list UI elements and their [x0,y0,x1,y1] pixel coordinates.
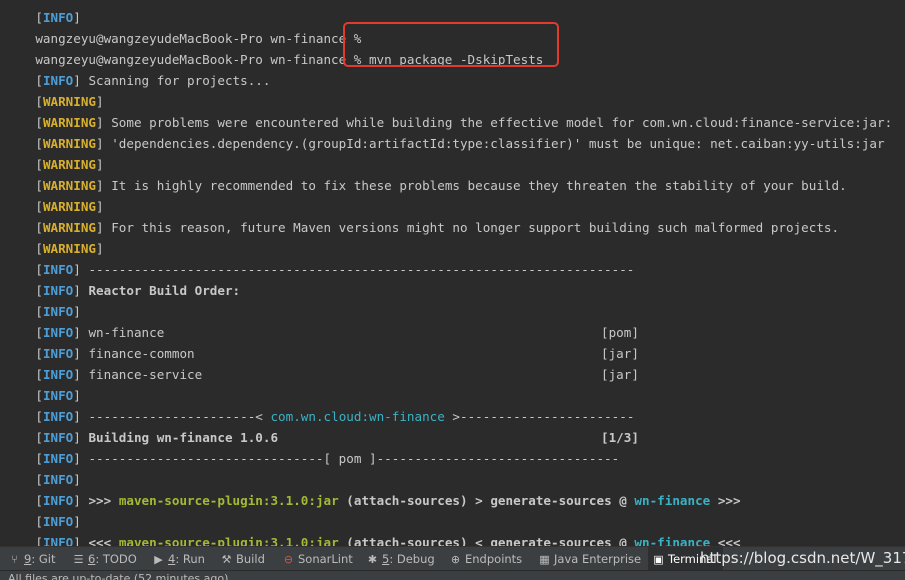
terminal-line: wangzeyu@wangzeyudeMacBook-Pro wn-financ… [5,7,361,46]
terminal-line: [INFO] Scanning for projects... [35,73,271,88]
terminal-line: [INFO] >>> maven-source-plugin:3.1.0:jar… [35,493,741,508]
terminal-line: [WARNING] Some problems were encountered… [35,115,893,130]
plugin-name: maven-source-plugin:3.1.0:jar [118,535,339,546]
terminal-line: [INFO] [35,514,81,529]
info-tag: INFO [42,535,74,546]
module-name: finance-service [88,367,203,382]
terminal-output[interactable]: [INFO] wangzeyu@wangzeyudeMacBook-Pro wn… [0,0,905,546]
terminal-line: [WARNING] [35,94,104,109]
project-name: wn-finance [634,493,711,508]
tab-endpoints[interactable]: ⊕ Endpoints [449,547,522,571]
terminal-line: [INFO] ---------------------------------… [35,262,635,277]
terminal-line: [INFO] <<< maven-source-plugin:3.1.0:jar… [5,511,740,546]
project-name: wn-finance [634,535,711,546]
terminal-line: [INFO] [35,388,81,403]
tab-git[interactable]: ⑂ 9: Git [8,547,55,571]
terminal-line: [INFO] Reactor Build Order: [35,283,241,298]
module-packaging: [jar] [601,367,639,382]
tab-run[interactable]: ▶ 4: Run [152,547,205,571]
play-icon: ▶ [154,553,163,566]
list-icon: ☰ [73,553,84,566]
pom-separator: -------------------------------[ pom ]--… [88,451,620,466]
terminal-icon: ▣ [653,553,664,566]
plugin-name: maven-source-plugin:3.1.0:jar [118,493,339,508]
terminal-line: [INFO] [35,304,81,319]
tab-sonarlint[interactable]: ⊖ SonarLint [282,547,353,571]
hammer-icon: ⚒ [221,553,232,566]
tab-java-enterprise[interactable]: ▦ Java Enterprise [538,547,641,571]
bug-icon: ✱ [367,553,378,566]
terminal-line: [WARNING] 'dependencies.dependency.(grou… [35,136,885,151]
git-icon: ⑂ [11,553,18,566]
watermark: https://blog.csdn.net/W_317 [700,549,905,567]
reactor-title: Reactor Build Order: [88,283,241,298]
module-row: [INFO] wn-finance [pom] [5,301,705,340]
java-enterprise-icon: ▦ [539,553,550,566]
terminal-line: [WARNING] [35,157,104,172]
terminal-line: [WARNING] [35,199,104,214]
terminal-line: [INFO] [35,10,81,25]
terminal-line: [WARNING] For this reason, future Maven … [35,220,840,235]
terminal-line: [INFO] Building wn-finance 1.0.6 [1/3] [5,406,705,445]
terminal-line: [INFO] [35,472,81,487]
terminal-line: [WARNING] [35,241,104,256]
command-highlight-box [343,22,559,67]
module-row: [INFO] finance-common [jar] [5,322,705,361]
tab-todo[interactable]: ☰ 6: TODO [72,547,137,571]
terminal-line: [INFO] ----------------------< com.wn.cl… [35,409,635,424]
tab-build[interactable]: ⚒ Build [220,547,265,571]
globe-icon: ⊕ [450,553,461,566]
tab-debug[interactable]: ✱ 5: Debug [366,547,435,571]
terminal-line: [INFO] -------------------------------[ … [35,451,620,466]
module-row: [INFO] finance-service [jar] [5,343,705,382]
sonarlint-icon: ⊖ [283,553,294,566]
terminal-line: [WARNING] It is highly recommended to fi… [35,178,847,193]
